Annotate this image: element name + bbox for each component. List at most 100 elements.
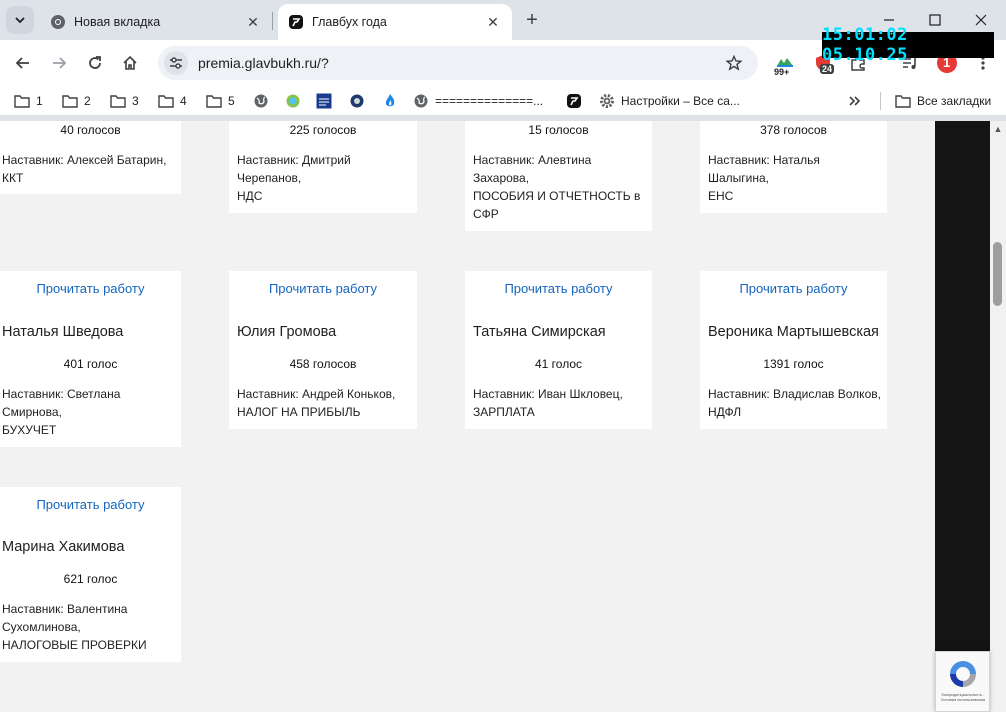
tune-icon [170, 57, 182, 69]
vote-count: 401 голос [63, 357, 118, 371]
bookmark-folder-5[interactable]: 5 [206, 91, 235, 111]
bookmark-folder-1[interactable]: 1 [14, 91, 43, 111]
back-button[interactable] [9, 49, 37, 77]
participant-card: 15 голосов Наставник: Алевтина Захарова,… [465, 121, 652, 231]
bookmark-weather-channel[interactable] [316, 91, 338, 111]
mentor-name: Наставник: Алевтина Захарова, [473, 153, 592, 185]
participant-card: 378 голосов Наставник: Наталья Шалыгина,… [700, 121, 887, 213]
read-work-link[interactable]: Прочитать работу [0, 497, 181, 512]
participant-name: Юлия Громова [237, 324, 337, 340]
weather-channel-icon [316, 93, 332, 109]
folder-icon [895, 93, 911, 109]
read-work-link[interactable]: Прочитать работу [229, 281, 417, 296]
close-icon[interactable]: ✕ [484, 13, 502, 31]
cloud-extension-button[interactable]: 99+ [772, 50, 798, 77]
tab-glavbukh[interactable]: Главбух года ✕ [278, 4, 512, 40]
bookmark-label: 5 [228, 94, 235, 108]
mentor-info: Наставник: Андрей Коньков, НАЛОГ НА ПРИБ… [237, 385, 415, 421]
double-chevron-right-icon [849, 96, 861, 106]
mentor-info: Наставник: Светлана Смирнова, БУХУЧЕТ [2, 385, 142, 439]
glavbukh-icon [566, 93, 582, 109]
mentor-name: Наставник: Андрей Коньков, [237, 387, 396, 401]
bookmark-label: 1 [36, 94, 43, 108]
participant-name: Татьяна Симирская [473, 324, 606, 340]
bookmark-label: 2 [84, 94, 91, 108]
topic: НАЛОГОВЫЕ ПРОВЕРКИ [2, 638, 147, 652]
site-icon [285, 93, 301, 109]
chevron-down-icon [15, 17, 25, 24]
extension-badge: 24 [820, 64, 835, 74]
flame-icon [382, 93, 398, 109]
extension-badge: 99+ [774, 67, 790, 77]
home-button[interactable] [116, 49, 144, 77]
mentor-info: Наставник: Алевтина Захарова, ПОСОБИЯ И … [473, 151, 645, 223]
reload-button[interactable] [81, 49, 109, 77]
bookmark-site-a[interactable] [285, 91, 307, 111]
read-work-link[interactable]: Прочитать работу [0, 281, 181, 296]
vote-count: 225 голосов [289, 123, 357, 137]
tab-title: Главбух года [312, 15, 387, 29]
mentor-name: Наставник: Наталья Шалыгина, [708, 153, 820, 185]
bookmark-separator-link[interactable]: ==============... [413, 91, 543, 111]
tab-separator [272, 12, 273, 30]
mentor-name: Наставник: Алексей Батарин, [2, 153, 167, 167]
topic: ЗАРПЛАТА [473, 405, 535, 419]
scrollbar-thumb[interactable] [993, 242, 1002, 306]
bookmark-glavbukh[interactable] [566, 91, 588, 111]
read-work-link[interactable]: Прочитать работу [465, 281, 652, 296]
bookmark-settings[interactable]: Настройки – Все са... [599, 91, 740, 111]
folder-icon [158, 93, 174, 109]
vote-count: 1391 голос [763, 357, 824, 371]
bookmark-flame[interactable] [382, 91, 404, 111]
participant-card: Прочитать работу Вероника Мартышевская 1… [700, 271, 887, 429]
participant-card: Прочитать работу Марина Хакимова 621 гол… [0, 487, 181, 662]
globe-icon [253, 93, 269, 109]
all-bookmarks-button[interactable]: Все закладки [895, 91, 991, 111]
scroll-up-arrow-icon[interactable]: ▲ [993, 124, 1003, 134]
topic: ЕНС [708, 189, 734, 203]
vote-count: 458 голосов [289, 357, 357, 371]
folder-icon [62, 93, 78, 109]
new-tab-button[interactable]: + [520, 8, 544, 32]
page-content: 40 голосов Наставник: Алексей Батарин, К… [0, 121, 935, 712]
bookmark-globe[interactable] [253, 91, 275, 111]
participant-card: 40 голосов Наставник: Алексей Батарин, К… [0, 121, 181, 194]
bookmark-label: Настройки – Все са... [621, 94, 740, 108]
vote-count: 621 голос [63, 572, 118, 586]
url-text[interactable]: premia.glavbukh.ru/? [198, 55, 722, 71]
folder-icon [110, 93, 126, 109]
mentor-info: Наставник: Иван Шкловец, ЗАРПЛАТА [473, 385, 649, 421]
bookmarks-overflow-button[interactable] [848, 91, 862, 111]
folder-icon [14, 93, 30, 109]
bookmark-folder-4[interactable]: 4 [158, 91, 187, 111]
forward-button[interactable] [45, 49, 73, 77]
page-side-panel [935, 121, 990, 712]
tab-search-button[interactable] [6, 6, 34, 34]
clock-overlay: 15:01:02 05.10.25 [822, 25, 994, 65]
bookmarks-divider [880, 92, 881, 110]
mentor-info: Наставник: Валентина Сухомлинова, НАЛОГО… [2, 600, 147, 654]
bookmark-folder-2[interactable]: 2 [62, 91, 91, 111]
close-icon[interactable]: ✕ [244, 13, 262, 31]
mentor-name: Наставник: Иван Шкловец, [473, 387, 623, 401]
read-work-link[interactable]: Прочитать работу [700, 281, 887, 296]
topic: ККТ [2, 171, 24, 185]
vertical-scrollbar[interactable] [990, 121, 1006, 712]
bookmark-star-button[interactable] [722, 51, 746, 75]
tab-new-tab[interactable]: Новая вкладка ✕ [40, 4, 272, 40]
bookmarks-bar: 1 2 3 4 5 ==============... Настройки – … [0, 86, 1006, 116]
mentor-name: Наставник: Дмитрий Черепанов, [237, 153, 351, 185]
address-bar[interactable]: premia.glavbukh.ru/? [158, 46, 758, 80]
recaptcha-text: Конфиденциальность - Условия использован… [940, 692, 986, 702]
mentor-info: Наставник: Наталья Шалыгина, ЕНС [708, 151, 858, 205]
recaptcha-badge[interactable]: Конфиденциальность - Условия использован… [935, 651, 990, 712]
topic: НАЛОГ НА ПРИБЫЛЬ [237, 405, 361, 419]
participant-name: Наталья Шведова [2, 324, 124, 340]
reload-icon [89, 56, 101, 69]
chrome-icon [50, 14, 66, 30]
bookmark-site-b[interactable] [349, 91, 371, 111]
bookmark-folder-3[interactable]: 3 [110, 91, 139, 111]
participant-card: 225 голосов Наставник: Дмитрий Черепанов… [229, 121, 417, 213]
all-bookmarks-label: Все закладки [917, 94, 992, 108]
site-info-button[interactable] [164, 51, 188, 75]
